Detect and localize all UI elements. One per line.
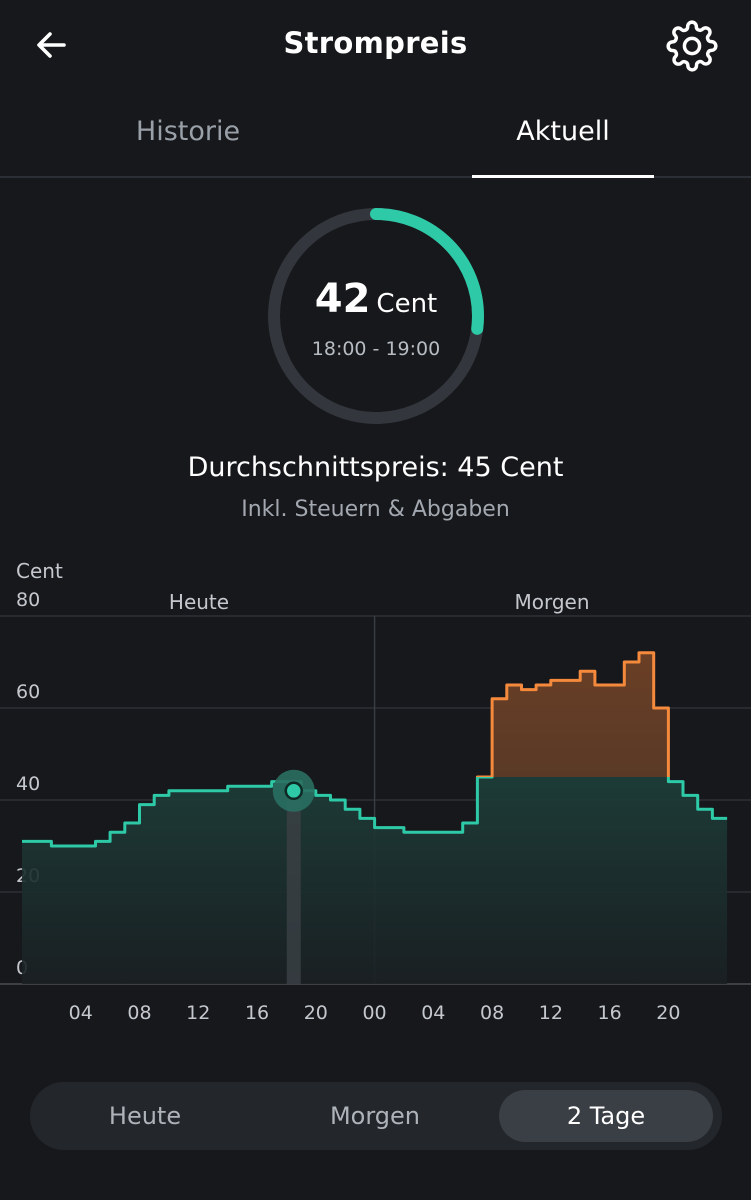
y-tick-label: 40	[16, 773, 40, 795]
page-title: Strompreis	[283, 26, 468, 60]
x-tick-label: 08	[127, 1002, 151, 1024]
top-bar: Strompreis	[0, 0, 751, 90]
current-hour-bar	[286, 790, 301, 984]
x-tick-label: 12	[539, 1002, 563, 1024]
y-axis-title: Cent	[16, 559, 63, 583]
price-chart-svg: Cent806040200HeuteMorgen0408121620000408…	[0, 559, 751, 1024]
y-tick-label: 80	[16, 589, 40, 611]
tab-bar: Historie Aktuell	[0, 100, 751, 178]
current-price-value: 42	[314, 276, 371, 322]
x-tick-label: 00	[362, 1002, 386, 1024]
price-chart: Cent806040200HeuteMorgen0408121620000408…	[0, 550, 751, 1030]
range-heute-button[interactable]: Heute	[40, 1090, 250, 1142]
range-2-tage-button[interactable]: 2 Tage	[499, 1090, 713, 1142]
y-tick-label: 60	[16, 681, 40, 703]
current-point	[284, 781, 304, 801]
x-tick-label: 04	[69, 1002, 93, 1024]
x-tick-label: 20	[656, 1002, 680, 1024]
average-price: Durchschnittspreis: 45 Cent	[187, 452, 564, 483]
day-label-morgen: Morgen	[514, 590, 589, 614]
x-tick-label: 20	[304, 1002, 328, 1024]
tab-aktuell[interactable]: Aktuell	[472, 116, 654, 147]
day-label-heute: Heute	[169, 590, 229, 614]
current-time-range: 18:00 - 19:00	[311, 338, 441, 360]
range-selector: Heute Morgen 2 Tage	[30, 1082, 722, 1150]
range-morgen-button[interactable]: Morgen	[270, 1090, 480, 1142]
current-price: 42 Cent	[262, 276, 490, 322]
active-tab-indicator	[472, 175, 654, 178]
settings-button[interactable]	[666, 20, 718, 72]
tab-historie[interactable]: Historie	[88, 116, 288, 147]
x-tick-label: 04	[421, 1002, 445, 1024]
gauge-center: 42 Cent 18:00 - 19:00	[262, 202, 490, 430]
x-tick-label: 16	[598, 1002, 622, 1024]
x-tick-label: 12	[186, 1002, 210, 1024]
x-tick-label: 16	[245, 1002, 269, 1024]
x-tick-label: 08	[480, 1002, 504, 1024]
current-price-unit: Cent	[376, 289, 438, 319]
gear-icon	[666, 20, 718, 72]
average-price-subtitle: Inkl. Steuern & Abgaben	[241, 497, 510, 522]
